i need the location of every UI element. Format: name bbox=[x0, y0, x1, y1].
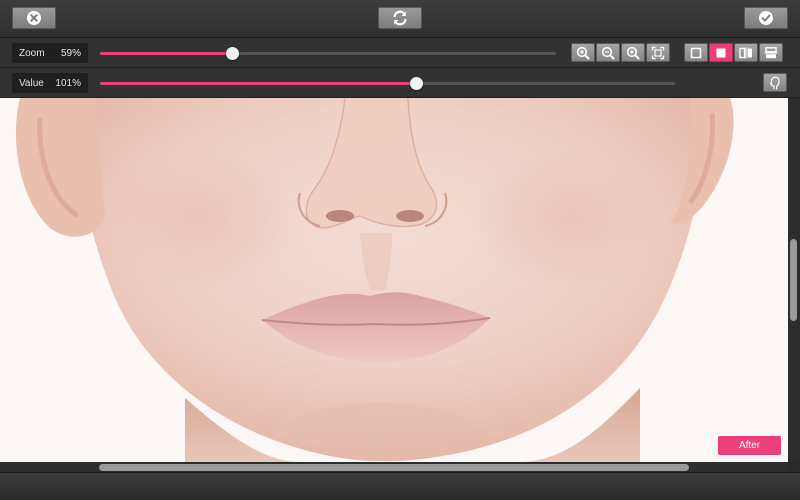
zoom-in-button[interactable] bbox=[571, 43, 595, 62]
value-label-box: Value 101% bbox=[12, 73, 88, 93]
fit-to-screen-icon bbox=[651, 46, 665, 59]
zoom-actual-button[interactable] bbox=[621, 43, 645, 62]
zoom-actual-icon bbox=[626, 46, 640, 59]
face-tool-button[interactable] bbox=[763, 73, 787, 92]
zoom-slider-thumb[interactable] bbox=[226, 47, 239, 60]
face-photo bbox=[0, 98, 788, 462]
reset-button[interactable] bbox=[378, 7, 422, 29]
zoom-out-button[interactable] bbox=[596, 43, 620, 62]
view-original-button[interactable] bbox=[684, 43, 708, 62]
face-icon bbox=[769, 76, 780, 89]
view-split-vertical-button[interactable] bbox=[734, 43, 758, 62]
zoom-label-box: Zoom 59% bbox=[12, 43, 88, 63]
value-readout: 101% bbox=[55, 77, 81, 89]
top-toolbar bbox=[0, 0, 800, 38]
view-split-horizontal-button[interactable] bbox=[759, 43, 783, 62]
vertical-scrollbar-thumb[interactable] bbox=[790, 239, 797, 321]
value-row: Value 101% bbox=[0, 68, 800, 98]
value-slider-fill bbox=[100, 82, 416, 85]
cancel-button[interactable] bbox=[12, 7, 56, 29]
value-slider[interactable] bbox=[100, 77, 675, 90]
after-badge[interactable]: After bbox=[718, 436, 781, 455]
vertical-scrollbar[interactable] bbox=[788, 98, 800, 462]
refresh-icon bbox=[393, 10, 407, 26]
view-split-horizontal-icon bbox=[764, 46, 778, 58]
zoom-in-icon bbox=[576, 46, 590, 59]
checkmark-circle-icon bbox=[759, 11, 773, 25]
value-label: Value bbox=[19, 77, 44, 89]
fit-to-screen-button[interactable] bbox=[646, 43, 670, 62]
view-result-icon bbox=[716, 48, 726, 57]
apply-button[interactable] bbox=[744, 7, 788, 29]
zoom-out-icon bbox=[601, 46, 615, 59]
view-split-vertical-icon bbox=[739, 47, 752, 58]
zoom-row: Zoom 59% bbox=[0, 38, 800, 68]
photo-canvas[interactable]: After bbox=[0, 98, 788, 462]
view-result-button[interactable] bbox=[709, 43, 733, 62]
horizontal-scrollbar[interactable] bbox=[0, 462, 788, 472]
zoom-slider-fill bbox=[100, 52, 232, 55]
value-slider-thumb[interactable] bbox=[410, 77, 423, 90]
zoom-label: Zoom bbox=[19, 47, 45, 59]
zoom-value: 59% bbox=[60, 47, 81, 59]
view-original-icon bbox=[690, 47, 702, 58]
bottom-bar bbox=[0, 472, 800, 500]
horizontal-scrollbar-thumb[interactable] bbox=[99, 464, 689, 471]
close-circle-icon bbox=[27, 11, 41, 25]
zoom-slider[interactable] bbox=[100, 47, 556, 60]
